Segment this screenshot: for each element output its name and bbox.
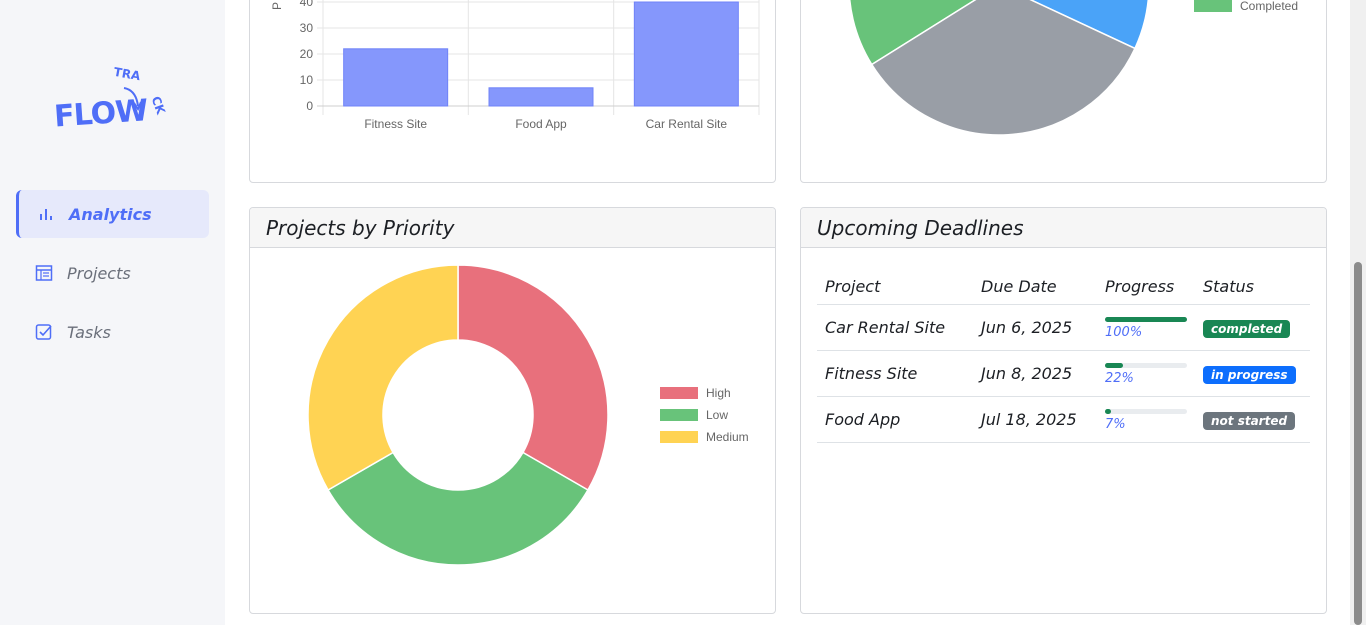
- y-tick-label: 20: [300, 47, 314, 61]
- flowtrack-logo[interactable]: FLOW TRA CK: [52, 62, 168, 136]
- legend-label-high[interactable]: High: [706, 386, 731, 400]
- table-icon: [35, 265, 53, 281]
- progress-cell: 22%: [1097, 350, 1195, 397]
- table-row: Car Rental Site Jun 6, 2025 100% completed: [817, 304, 1310, 351]
- sidebar-item-projects[interactable]: Projects: [16, 249, 209, 297]
- svg-text:FLOW: FLOW: [53, 93, 149, 132]
- y-tick-label: 10: [300, 73, 314, 87]
- progress-fill: [1105, 363, 1124, 368]
- progress-cell: 100%: [1097, 304, 1195, 351]
- status-badge: not started: [1203, 411, 1296, 430]
- progress-fill: [1105, 409, 1111, 414]
- legend-swatch-completed: [1194, 0, 1232, 12]
- progress-text: 100%: [1105, 325, 1143, 340]
- column-header: Project: [817, 268, 973, 305]
- svg-text:CK: CK: [148, 94, 167, 116]
- sidebar-item-label: Tasks: [67, 322, 111, 342]
- y-tick-label: 40: [300, 0, 314, 9]
- project-name: Food App: [817, 396, 973, 443]
- deadlines-table: Project Due Date Progress Status Car Ren…: [817, 268, 1310, 443]
- progress-bar: [1105, 363, 1187, 368]
- legend-swatch-medium: [660, 431, 698, 443]
- bar[interactable]: [633, 1, 739, 107]
- legend-swatch-high: [660, 387, 698, 399]
- donut-slice-medium[interactable]: [307, 264, 459, 492]
- priority-donut-chart: High Low Medium: [307, 264, 749, 566]
- x-tick-label: Food App: [515, 117, 567, 131]
- x-tick-label: Fitness Site: [364, 117, 427, 131]
- x-tick-label: Car Rental Site: [646, 117, 728, 131]
- status-cell: in progress: [1195, 350, 1310, 397]
- y-axis-label: P: [270, 2, 284, 10]
- project-name: Fitness Site: [817, 350, 973, 397]
- checkbox-icon: [35, 324, 52, 340]
- column-header: Progress: [1097, 268, 1195, 305]
- legend-swatch-low: [660, 409, 698, 421]
- status-badge: completed: [1203, 319, 1291, 338]
- table-row: Food App Jul 18, 2025 7% not started: [817, 396, 1310, 443]
- sidebar-item-label: Analytics: [69, 204, 152, 224]
- y-tick-label: 0: [306, 99, 313, 113]
- progress-bar: [1105, 317, 1187, 322]
- due-date: Jun 8, 2025: [973, 350, 1097, 397]
- donut-slice-high[interactable]: [457, 264, 609, 492]
- column-header: Due Date: [973, 268, 1097, 305]
- column-header: Status: [1195, 268, 1310, 305]
- deadlines-card: Upcoming Deadlines Project Due Date Prog…: [800, 207, 1327, 614]
- sidebar-item-tasks[interactable]: Tasks: [16, 308, 209, 356]
- sidebar-item-analytics[interactable]: Analytics: [16, 190, 209, 238]
- status-badge: in progress: [1203, 365, 1296, 384]
- legend-label-completed[interactable]: Completed: [1240, 0, 1298, 13]
- due-date: Jun 6, 2025: [973, 304, 1097, 351]
- status-cell: not started: [1195, 396, 1310, 443]
- legend-label-medium[interactable]: Medium: [706, 430, 749, 444]
- status-cell: completed: [1195, 304, 1310, 351]
- bar[interactable]: [488, 87, 594, 107]
- progress-cell: 7%: [1097, 396, 1195, 443]
- y-tick-label: 30: [300, 21, 314, 35]
- progress-fill: [1105, 317, 1187, 322]
- table-row: Fitness Site Jun 8, 2025 22% in progress: [817, 350, 1310, 397]
- bar-chart-icon: [40, 209, 52, 220]
- bar-chart-card: 0 10 20 30 40 P Fitness Site Food App Car Rental…: [249, 0, 776, 183]
- deadlines-card-title: Upcoming Deadlines: [801, 208, 1326, 248]
- donut-slice-low[interactable]: [327, 451, 589, 566]
- legend-label-low[interactable]: Low: [706, 408, 728, 422]
- bar[interactable]: [343, 48, 449, 107]
- sidebar: FLOW TRA CK Analytics Projects Tasks: [0, 0, 225, 625]
- due-date: Jul 18, 2025: [973, 396, 1097, 443]
- scrollbar-thumb[interactable]: [1354, 262, 1362, 625]
- priority-card: Projects by Priority High Low Medium: [249, 207, 776, 614]
- status-pie-chart: Completed: [849, 0, 1298, 136]
- progress-bar: [1105, 409, 1187, 414]
- sidebar-item-label: Projects: [67, 263, 131, 283]
- priority-card-title: Projects by Priority: [250, 208, 775, 248]
- status-pie-card: Completed: [800, 0, 1327, 183]
- table-header-row: Project Due Date Progress Status: [817, 268, 1310, 305]
- project-name: Car Rental Site: [817, 304, 973, 351]
- svg-text:TRA: TRA: [113, 65, 142, 84]
- bar-chart: 0 10 20 30 40 P Fitness Site Food App Car Rental…: [270, 0, 760, 131]
- progress-text: 7%: [1105, 417, 1126, 432]
- progress-text: 22%: [1105, 371, 1134, 386]
